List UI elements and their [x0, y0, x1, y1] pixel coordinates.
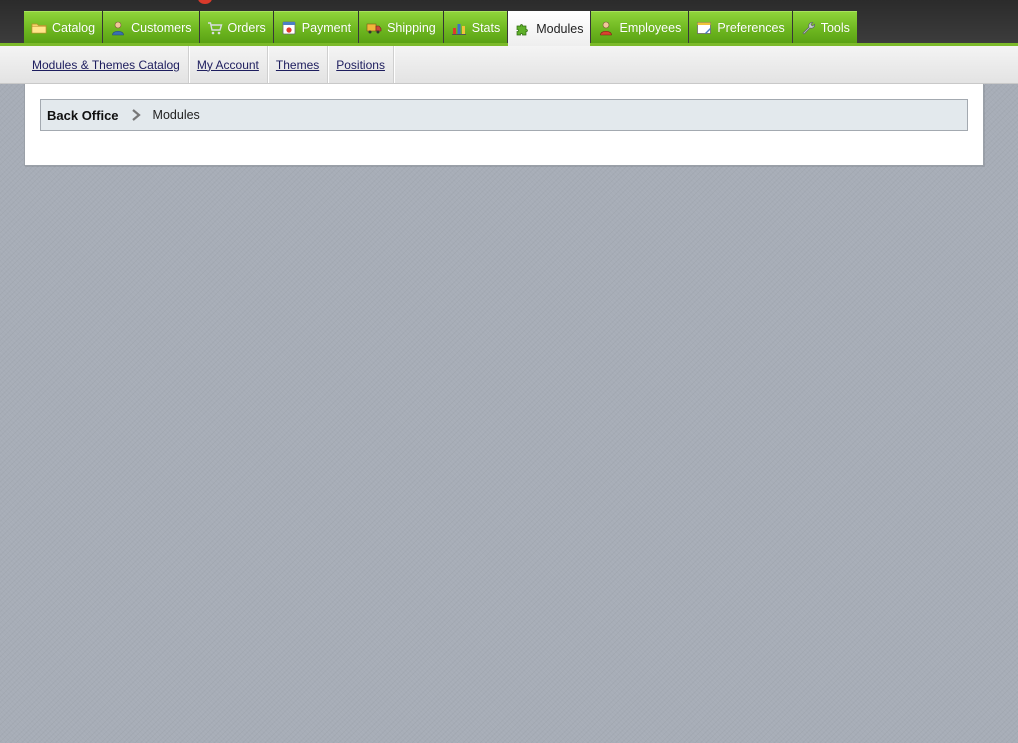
submenu-themes[interactable]: Themes [268, 46, 329, 83]
breadcrumb-current: Modules [152, 108, 200, 122]
tab-catalog[interactable]: Catalog [24, 11, 103, 43]
tab-shipping[interactable]: Shipping [359, 11, 443, 43]
breadcrumb: Back Office Modules [40, 99, 968, 131]
bar-chart-icon [451, 23, 466, 35]
puzzle-icon [516, 24, 529, 36]
tab-stats[interactable]: Stats [443, 11, 508, 43]
tab-label: Preferences [717, 20, 785, 35]
tab-label: Customers [131, 20, 192, 35]
employee-icon [600, 21, 613, 35]
tab-label: Payment [301, 20, 352, 35]
truck-icon [366, 23, 382, 33]
wrench-icon [802, 21, 815, 34]
preferences-icon [697, 21, 712, 34]
submenu-modules-themes-catalog[interactable]: Modules & Themes Catalog [24, 46, 189, 83]
top-header: Catalog Customers Orders Payment Shippin… [0, 0, 1018, 46]
tab-modules[interactable]: Modules [508, 11, 591, 46]
tab-tools[interactable]: Tools [792, 11, 857, 43]
tab-label: Tools [820, 20, 850, 35]
tab-preferences[interactable]: Preferences [689, 11, 792, 43]
tab-payment[interactable]: Payment [273, 11, 359, 43]
folder-icon [31, 23, 47, 33]
tab-label: Employees [619, 20, 682, 35]
customer-icon [112, 21, 124, 35]
submenu-my-account[interactable]: My Account [189, 46, 268, 83]
content-panel: Back Office Modules [24, 84, 984, 166]
tab-employees[interactable]: Employees [591, 11, 689, 43]
tab-label: Modules [536, 22, 584, 36]
payment-icon [282, 21, 296, 34]
submenu-positions[interactable]: Positions [328, 46, 394, 83]
submenu-bar: Modules & Themes Catalog My Account Them… [0, 46, 1018, 84]
tab-label: Catalog [52, 20, 96, 35]
tab-customers[interactable]: Customers [103, 11, 199, 43]
tab-label: Shipping [387, 20, 436, 35]
notification-indicator[interactable] [198, 0, 212, 4]
breadcrumb-root[interactable]: Back Office [47, 108, 119, 123]
tab-label: Orders [227, 20, 266, 35]
tab-label: Stats [471, 20, 501, 35]
tab-orders[interactable]: Orders [199, 11, 273, 43]
submenu-tabs: Modules & Themes Catalog My Account Them… [24, 46, 394, 83]
main-navigation-tabs: Catalog Customers Orders Payment Shippin… [24, 11, 858, 46]
chevron-right-icon [131, 109, 141, 121]
cart-icon [207, 21, 222, 34]
